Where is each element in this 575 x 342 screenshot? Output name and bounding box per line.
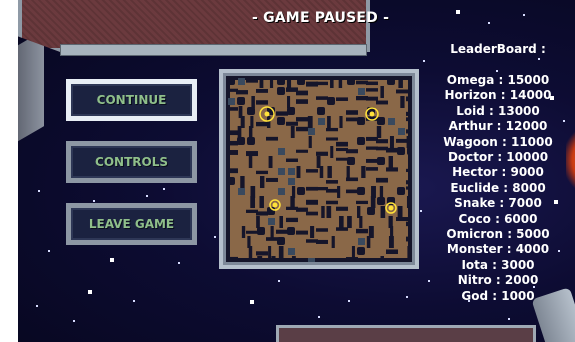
star bbox=[88, 290, 92, 294]
star bbox=[523, 14, 525, 16]
leaderboard-entry: Snake : 7000 bbox=[454, 196, 542, 211]
leaderboard-entry: Horizon : 14000 bbox=[444, 88, 552, 103]
leave-game-button[interactable]: LEAVE GAME bbox=[66, 203, 197, 245]
star bbox=[406, 296, 408, 298]
leaderboard-entry: Monster : 4000 bbox=[446, 242, 550, 257]
leaderboard-entry: Hector : 9000 bbox=[452, 165, 544, 180]
leaderboard-entry: Omega : 15000 bbox=[446, 73, 550, 87]
star bbox=[456, 10, 460, 14]
star bbox=[488, 22, 490, 24]
leaderboard-entry: Loid : 13000 bbox=[456, 103, 540, 118]
top-hull-rail bbox=[60, 44, 367, 56]
leaderboard-entry: Doctor : 10000 bbox=[447, 150, 549, 165]
minimap bbox=[219, 69, 419, 269]
star bbox=[36, 305, 38, 307]
left-hull-strut bbox=[18, 30, 44, 146]
star bbox=[508, 318, 510, 320]
leaderboard-title: LeaderBoard : bbox=[450, 42, 546, 56]
star bbox=[73, 320, 75, 322]
star bbox=[278, 280, 280, 282]
leaderboard-entry: Coco : 6000 bbox=[458, 211, 538, 226]
leaderboard-entry: Wagoon : 11000 bbox=[443, 134, 553, 149]
game-screen: - GAME PAUSED - CONTINUE CONTROLS LEAVE … bbox=[18, 0, 575, 342]
star bbox=[146, 195, 148, 197]
star bbox=[48, 250, 50, 252]
controls-button[interactable]: CONTROLS bbox=[66, 141, 197, 183]
leaderboard-entry: God : 1000 bbox=[461, 288, 535, 303]
star bbox=[214, 236, 216, 238]
star bbox=[178, 262, 180, 264]
leaderboard-entry: Euclide : 8000 bbox=[450, 180, 546, 195]
star bbox=[133, 300, 135, 302]
minimap-canvas bbox=[226, 76, 412, 262]
leaderboard-entry: Nitro : 2000 bbox=[457, 273, 539, 288]
leaderboard-entry: Arthur : 12000 bbox=[448, 119, 548, 134]
star bbox=[348, 300, 350, 302]
star bbox=[250, 300, 254, 304]
star bbox=[318, 316, 320, 318]
star bbox=[420, 210, 422, 212]
star bbox=[163, 188, 165, 190]
bottom-hull-panel bbox=[276, 325, 536, 342]
pause-title: - GAME PAUSED - bbox=[252, 10, 390, 26]
leaderboard-entry: Iota : 3000 bbox=[461, 257, 535, 272]
continue-button[interactable]: CONTINUE bbox=[66, 79, 197, 121]
star bbox=[38, 190, 40, 192]
leaderboard: LeaderBoard : Omega : 15000 Horizon : 14… bbox=[423, 40, 573, 304]
star bbox=[110, 258, 114, 262]
leaderboard-entry: Omicron : 5000 bbox=[446, 227, 550, 242]
leaderboard-list: Omega : 15000 Horizon : 14000 Loid : 130… bbox=[423, 73, 573, 304]
star bbox=[93, 200, 95, 202]
